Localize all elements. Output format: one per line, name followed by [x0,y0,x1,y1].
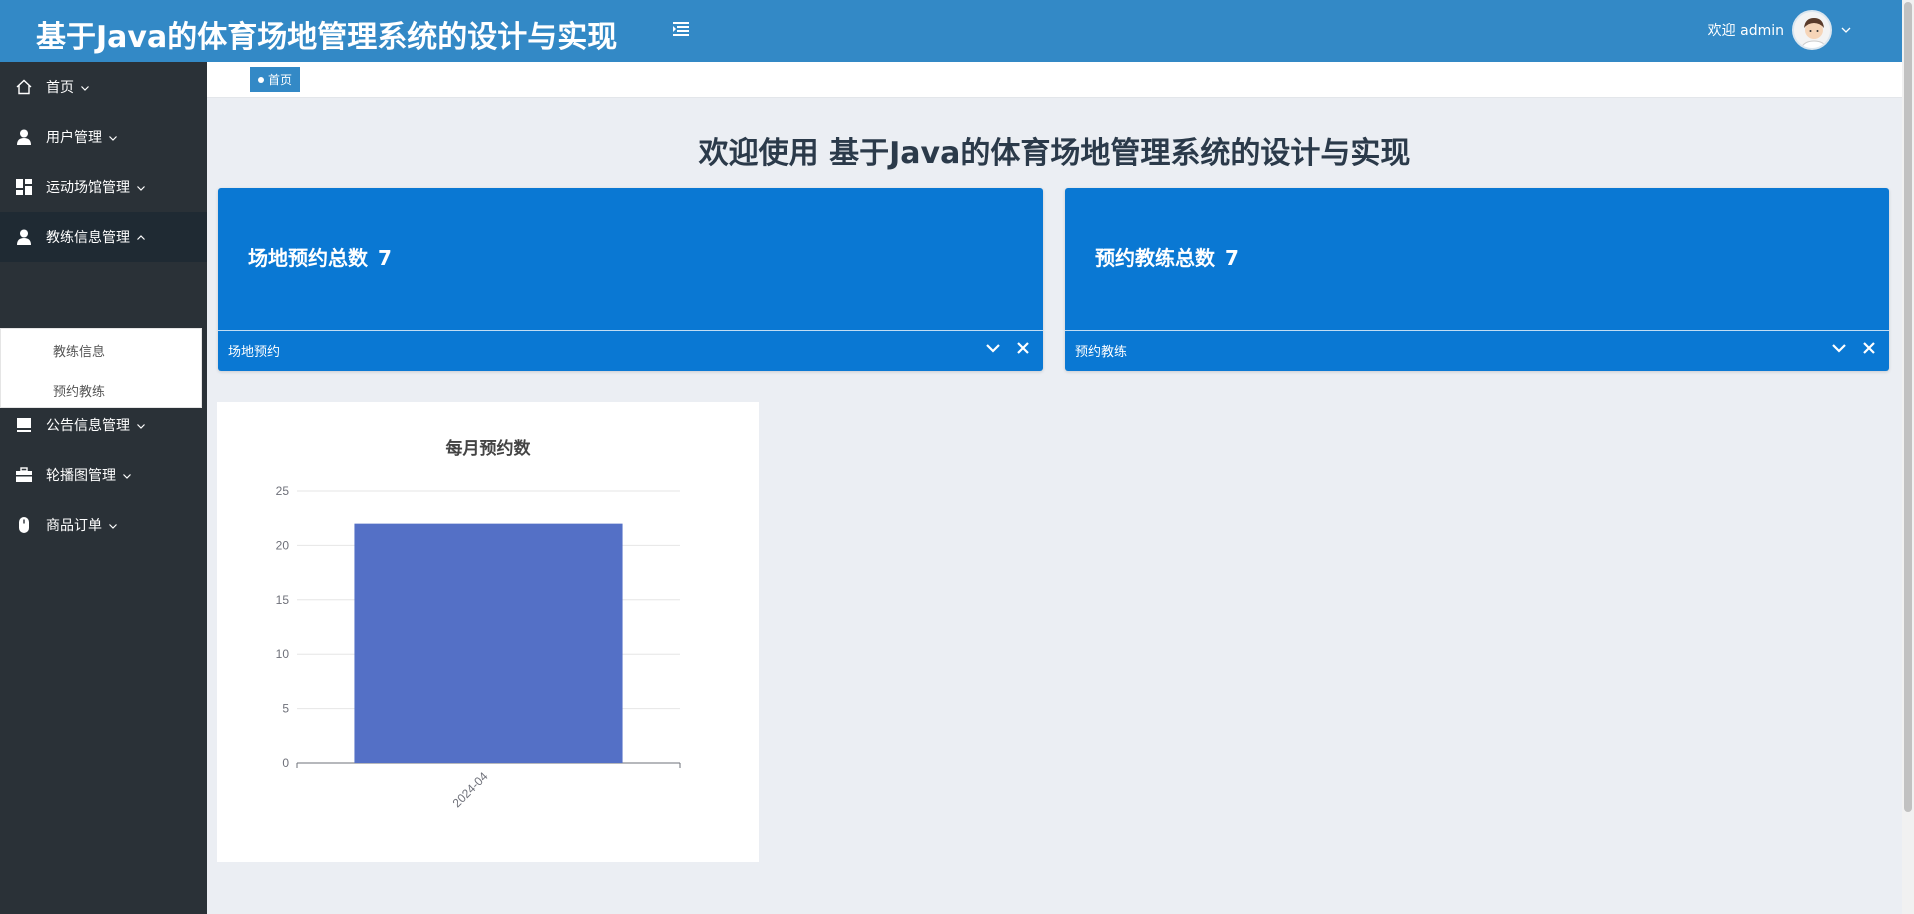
user-greeting: 欢迎 admin [1707,23,1784,39]
sidebar-item-label: 公告信息管理 [46,418,130,434]
chevron-down-icon[interactable] [1831,340,1847,356]
sidebar-item-orders[interactable]: 商品订单 [0,500,207,550]
card-title: 场地预约总数 [248,246,368,270]
chevron-down-icon [137,374,145,379]
chevron-down-icon[interactable] [985,340,1001,356]
breadcrumb-home[interactable]: 首页 [250,67,301,92]
chevron-down-icon[interactable] [1840,24,1852,36]
avatar[interactable] [1792,10,1832,50]
y-tick-label: 10 [276,647,290,661]
sidebar-item-users[interactable]: 用户管理 [0,112,207,162]
chevron-down-icon [137,424,145,429]
sidebar-item-label: 商品订单 [46,518,102,534]
chart-canvas: 0 5 10 15 20 25 2024-04 [276,484,681,810]
sidebar: 首页 用户管理 运动场馆管理 教练信息管理 教练信息 预约教练 商品信息管理 公… [0,62,207,914]
dot-icon [258,76,264,83]
chevron-up-icon [137,235,145,240]
mouse-icon [15,516,33,534]
dashboard-icon [15,178,33,196]
y-tick-label: 15 [276,593,290,607]
top-header: 基于Java的体育场地管理系统的设计与实现 欢迎 admin [0,0,1902,62]
x-tick-label: 2024-04 [450,769,491,810]
sidebar-item-carousel[interactable]: 轮播图管理 [0,450,207,500]
close-icon[interactable] [1015,340,1031,356]
chevron-down-icon [137,186,145,191]
chevron-down-icon [109,524,117,529]
y-tick-label: 25 [276,484,290,498]
sidebar-item-notices[interactable]: 公告信息管理 [0,400,207,450]
card-footer-label: 场地预约 [228,345,281,360]
sidebar-item-label: 用户管理 [46,130,102,146]
card-footer-label: 预约教练 [1075,345,1128,360]
breadcrumb: 首页 [207,62,1902,98]
briefcase-icon [15,466,33,484]
user-icon [15,228,33,246]
user-icon [15,128,33,146]
sidebar-item-label: 教练信息管理 [46,230,130,246]
sidebar-item-label: 首页 [46,80,74,96]
divider [218,330,1043,331]
y-tick-label: 5 [282,702,289,716]
chevron-down-icon [81,86,89,91]
sidebar-item-coaches[interactable]: 教练信息管理 [0,212,207,262]
monthly-bookings-chart: 每月预约数 0 5 10 15 20 25 2024-04 [217,402,759,862]
scrollbar[interactable] [1902,0,1914,914]
chevron-down-icon [109,136,117,141]
app-title: 基于Java的体育场地管理系统的设计与实现 [36,20,618,55]
sidebar-item-products[interactable]: 商品信息管理 [0,350,207,400]
sidebar-item-label: 商品信息管理 [46,368,130,384]
notice-icon [15,416,33,434]
chevron-down-icon [123,474,131,479]
user-menu[interactable]: 欢迎 admin [1708,8,1852,52]
dashboard-icon [15,366,33,384]
scrollbar-thumb[interactable] [1904,2,1912,812]
card-count: 7 [378,246,392,270]
venue-booking-card: 场地预约总数 7 场地预约 [218,188,1043,371]
breadcrumb-label: 首页 [268,73,293,87]
card-count: 7 [1225,246,1239,270]
bar [354,523,623,763]
sidebar-item-label: 轮播图管理 [46,468,116,484]
menu-toggle-icon[interactable] [670,18,692,40]
coach-booking-card: 预约教练总数 7 预约教练 [1065,188,1889,371]
welcome-heading: 欢迎使用 基于Java的体育场地管理系统的设计与实现 [698,136,1411,171]
close-icon[interactable] [1861,340,1877,356]
sidebar-item-venues[interactable]: 运动场馆管理 [0,162,207,212]
divider [1065,330,1889,331]
sidebar-item-label: 运动场馆管理 [46,180,130,196]
sidebar-item-home[interactable]: 首页 [0,62,207,112]
home-icon [15,78,33,96]
card-title: 预约教练总数 [1095,246,1215,270]
y-tick-label: 20 [276,538,290,552]
y-tick-label: 0 [282,756,289,770]
